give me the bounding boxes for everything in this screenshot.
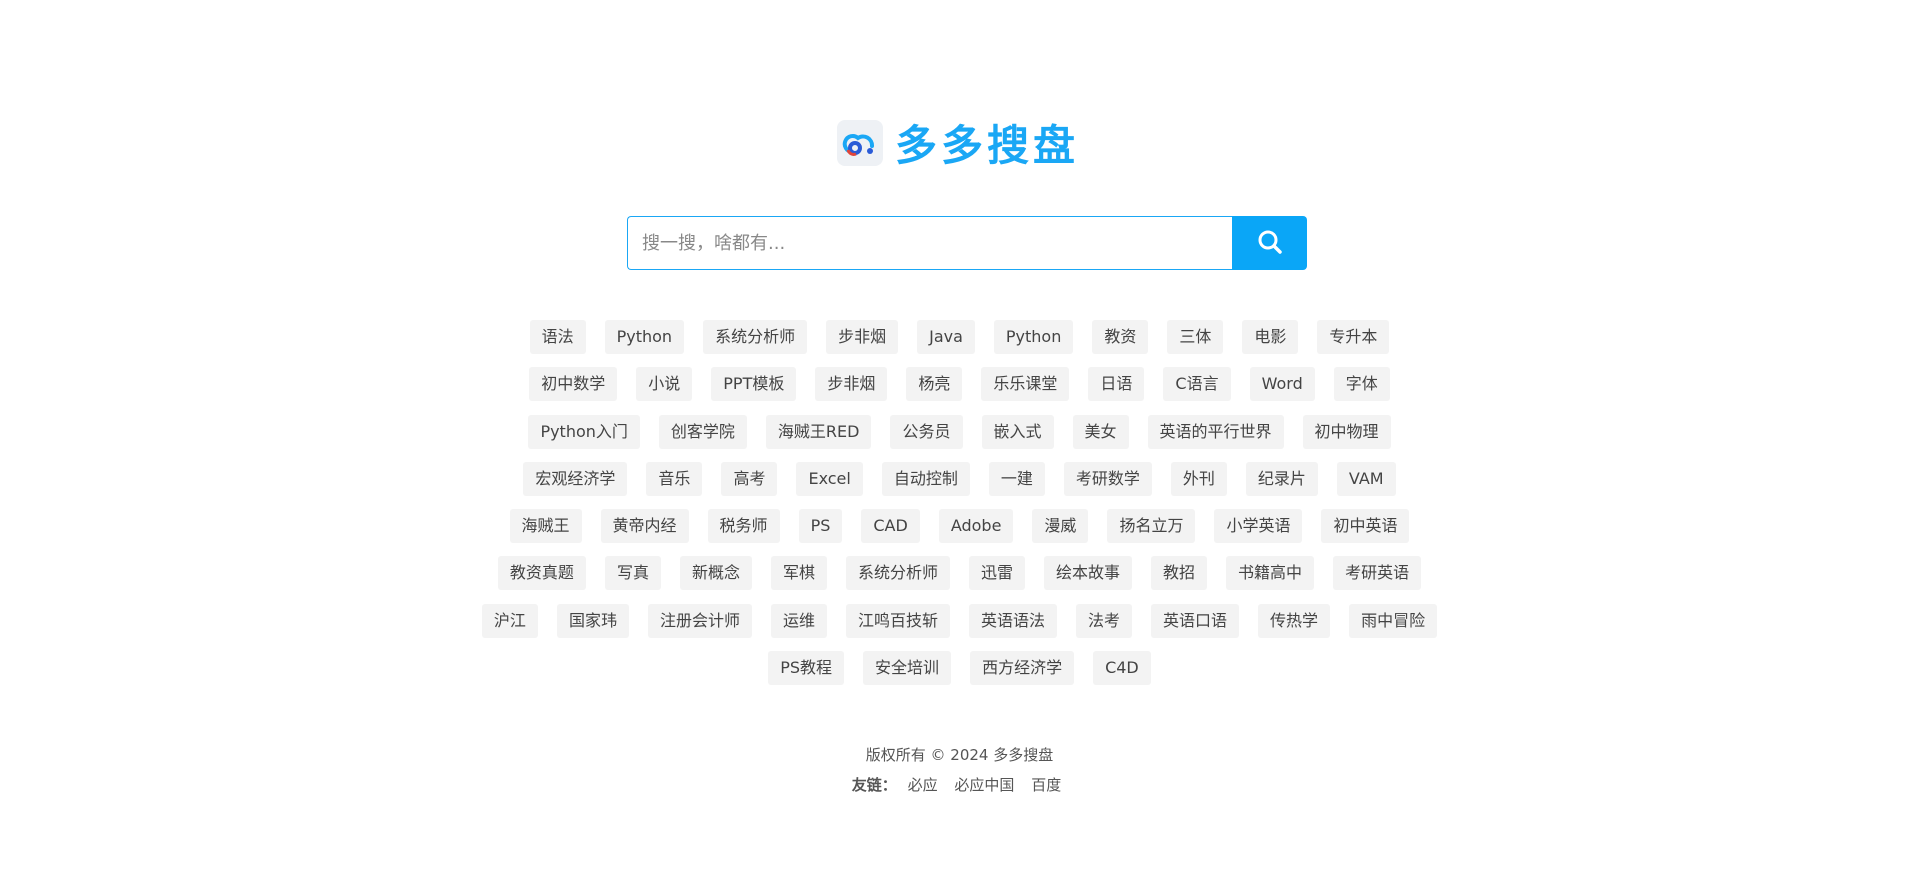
search-tag[interactable]: 步非烟 xyxy=(815,367,888,402)
logo-link[interactable]: 多多搜盘 xyxy=(836,112,1079,173)
friend-links: 友链： 必应 必应中国 百度 xyxy=(0,770,1919,800)
search-tag[interactable]: 高考 xyxy=(721,461,778,496)
search-tag[interactable]: 日语 xyxy=(1088,367,1145,402)
search-tag[interactable]: 书籍高中 xyxy=(1226,556,1315,591)
cloud-disk-logo-icon xyxy=(836,119,883,166)
logo: 多多搜盘 xyxy=(0,112,1919,173)
search-tag[interactable]: PS xyxy=(798,509,843,544)
search-tag[interactable]: 初中物理 xyxy=(1302,414,1391,449)
tag-row: 教资真题 写真 新概念 军棋 系统分析师 迅雷 绘本故事 教招 书籍高中 考研英语 xyxy=(0,556,1919,603)
search-tag[interactable]: 沪江 xyxy=(481,603,538,638)
search-tag[interactable]: 新概念 xyxy=(679,556,752,591)
search-tag[interactable]: 初中英语 xyxy=(1321,509,1410,544)
search-tag[interactable]: Python入门 xyxy=(528,414,640,449)
search-button[interactable] xyxy=(1232,216,1307,270)
search-tag[interactable]: PS教程 xyxy=(768,651,845,686)
search-tag[interactable]: 黄帝内经 xyxy=(600,509,689,544)
copyright-text: 版权所有 © 2024 多多搜盘 xyxy=(865,746,1054,764)
search-tag[interactable]: VAM xyxy=(1336,461,1396,496)
tag-row: PS教程 安全培训 西方经济学 C4D xyxy=(0,651,1919,698)
search-tag[interactable]: Python xyxy=(604,320,685,354)
search-tag[interactable]: CAD xyxy=(861,509,920,544)
search-tag[interactable]: 外刊 xyxy=(1170,461,1227,496)
search-tag[interactable]: 英语的平行世界 xyxy=(1147,414,1284,449)
search-tag[interactable]: 英语口语 xyxy=(1151,603,1240,638)
search-tag[interactable]: 宏观经济学 xyxy=(523,461,628,496)
search-tag[interactable]: Java xyxy=(917,320,975,354)
search-input[interactable] xyxy=(627,216,1232,270)
friend-link-bing[interactable]: 必应 xyxy=(908,776,938,794)
search-tag[interactable]: 写真 xyxy=(604,556,661,591)
search-tag[interactable]: 小说 xyxy=(636,367,693,402)
search-tag[interactable]: 一建 xyxy=(988,461,1045,496)
search-tag[interactable]: 电影 xyxy=(1242,320,1299,354)
page: 多多搜盘 语法Python系统分析师步非烟JavaPython教资三体电影专升本… xyxy=(0,0,1919,888)
footer: 版权所有 © 2024 多多搜盘 友链： 必应 必应中国 百度 xyxy=(0,740,1919,800)
search-tag[interactable]: 军棋 xyxy=(770,556,827,591)
search-tag[interactable]: 海贼王 xyxy=(509,509,582,544)
search-tag[interactable]: 考研英语 xyxy=(1333,556,1422,591)
search-tag[interactable]: 系统分析师 xyxy=(703,320,808,354)
search-tag[interactable]: 乐乐课堂 xyxy=(981,367,1070,402)
friend-link-baidu[interactable]: 百度 xyxy=(1031,776,1061,794)
search-tag[interactable]: 国家玮 xyxy=(556,603,629,638)
search-bar xyxy=(627,216,1307,270)
search-tag[interactable]: 考研数学 xyxy=(1063,461,1152,496)
hot-tags: 语法 Python 系统分析师 步非烟 Java Python 教资 三体 电影 专升本 初中数学小… xyxy=(0,320,1919,698)
tag-row: 语法 Python 系统分析师 步非烟 Java Python 教资 三体 电影 专升本 xyxy=(0,320,1919,367)
search-tag[interactable]: 扬名立万 xyxy=(1107,509,1196,544)
search-tag[interactable]: Adobe xyxy=(938,509,1014,544)
search-tag[interactable]: 教资真题 xyxy=(497,556,586,591)
search-tag[interactable]: 创客学院 xyxy=(658,414,747,449)
search-tag[interactable]: 步非烟 xyxy=(826,320,899,354)
search-tag[interactable]: 法考 xyxy=(1076,603,1133,638)
search-tag[interactable]: 三体 xyxy=(1167,320,1224,354)
search-tag[interactable]: 杨亮 xyxy=(906,367,963,402)
tag-row: Python入门 创客学院 海贼王RED 公务员 嵌入式 美女 英语的平行世界 初中物理 xyxy=(0,414,1919,462)
search-tag[interactable]: C语言 xyxy=(1163,367,1231,402)
tag-row: 初中数学 小说 PPT模板 步非烟 杨亮 乐乐课堂 日语 C语言 Word 字体 xyxy=(0,367,1919,414)
search-tag[interactable]: 安全培训 xyxy=(863,651,952,686)
search-tag[interactable]: 迅雷 xyxy=(969,556,1026,591)
search-tag[interactable]: 语法 xyxy=(529,320,586,354)
search-tag[interactable]: 自动控制 xyxy=(881,461,970,496)
search-tag[interactable]: 税务师 xyxy=(707,509,780,544)
search-tag[interactable]: 纪录片 xyxy=(1245,461,1318,496)
search-tag[interactable]: 漫威 xyxy=(1032,509,1089,544)
search-tag[interactable]: 公务员 xyxy=(890,414,963,449)
search-tag[interactable]: 专升本 xyxy=(1317,320,1390,354)
tag-row: 海贼王 黄帝内经 税务师 PS CAD Adobe 漫威 扬名立万 小学英语 初中英语 xyxy=(0,509,1919,556)
search-tag[interactable]: 江鸣百技斩 xyxy=(845,603,950,638)
search-tag[interactable]: 教招 xyxy=(1151,556,1208,591)
search-tag[interactable]: 小学英语 xyxy=(1214,509,1303,544)
search-tag[interactable]: 西方经济学 xyxy=(970,651,1075,686)
search-tag[interactable]: 字体 xyxy=(1333,367,1390,402)
search-tag[interactable]: 初中数学 xyxy=(529,367,618,402)
search-tag[interactable]: 雨中冒险 xyxy=(1349,603,1438,638)
tag-row: 宏观经济学 音乐 高考 Excel 自动控制 一建 考研数学 外刊 纪录片 VAM xyxy=(0,461,1919,509)
search-tag[interactable]: 海贼王RED xyxy=(765,414,872,449)
search-tag[interactable]: 注册会计师 xyxy=(647,603,752,638)
search-tag[interactable]: C4D xyxy=(1093,651,1151,686)
search-tag[interactable]: 嵌入式 xyxy=(981,414,1054,449)
search-tag[interactable]: 美女 xyxy=(1072,414,1129,449)
logo-text: 多多搜盘 xyxy=(894,121,1079,170)
search-tag[interactable]: PPT模板 xyxy=(711,367,797,402)
friend-links-label: 友链： xyxy=(851,776,897,794)
search-tag[interactable]: 传热学 xyxy=(1258,603,1331,638)
friend-link-bing-china[interactable]: 必应中国 xyxy=(954,776,1014,794)
search-tag[interactable]: Python xyxy=(993,320,1074,354)
search-tag[interactable]: 音乐 xyxy=(646,461,703,496)
search-tag[interactable]: Word xyxy=(1249,367,1315,402)
search-tag[interactable]: 英语语法 xyxy=(969,603,1058,638)
search-tag[interactable]: 系统分析师 xyxy=(845,556,950,591)
search-tag[interactable]: Excel xyxy=(796,461,863,496)
search-tag[interactable]: 绘本故事 xyxy=(1044,556,1133,591)
search-tag[interactable]: 教资 xyxy=(1092,320,1149,354)
search-tag[interactable]: 运维 xyxy=(770,603,827,638)
tag-row: 沪江 国家玮 注册会计师 运维 江鸣百技斩 英语语法 法考 英语口语 传热学 雨中冒险 xyxy=(0,603,1919,651)
search-icon xyxy=(1257,229,1283,258)
